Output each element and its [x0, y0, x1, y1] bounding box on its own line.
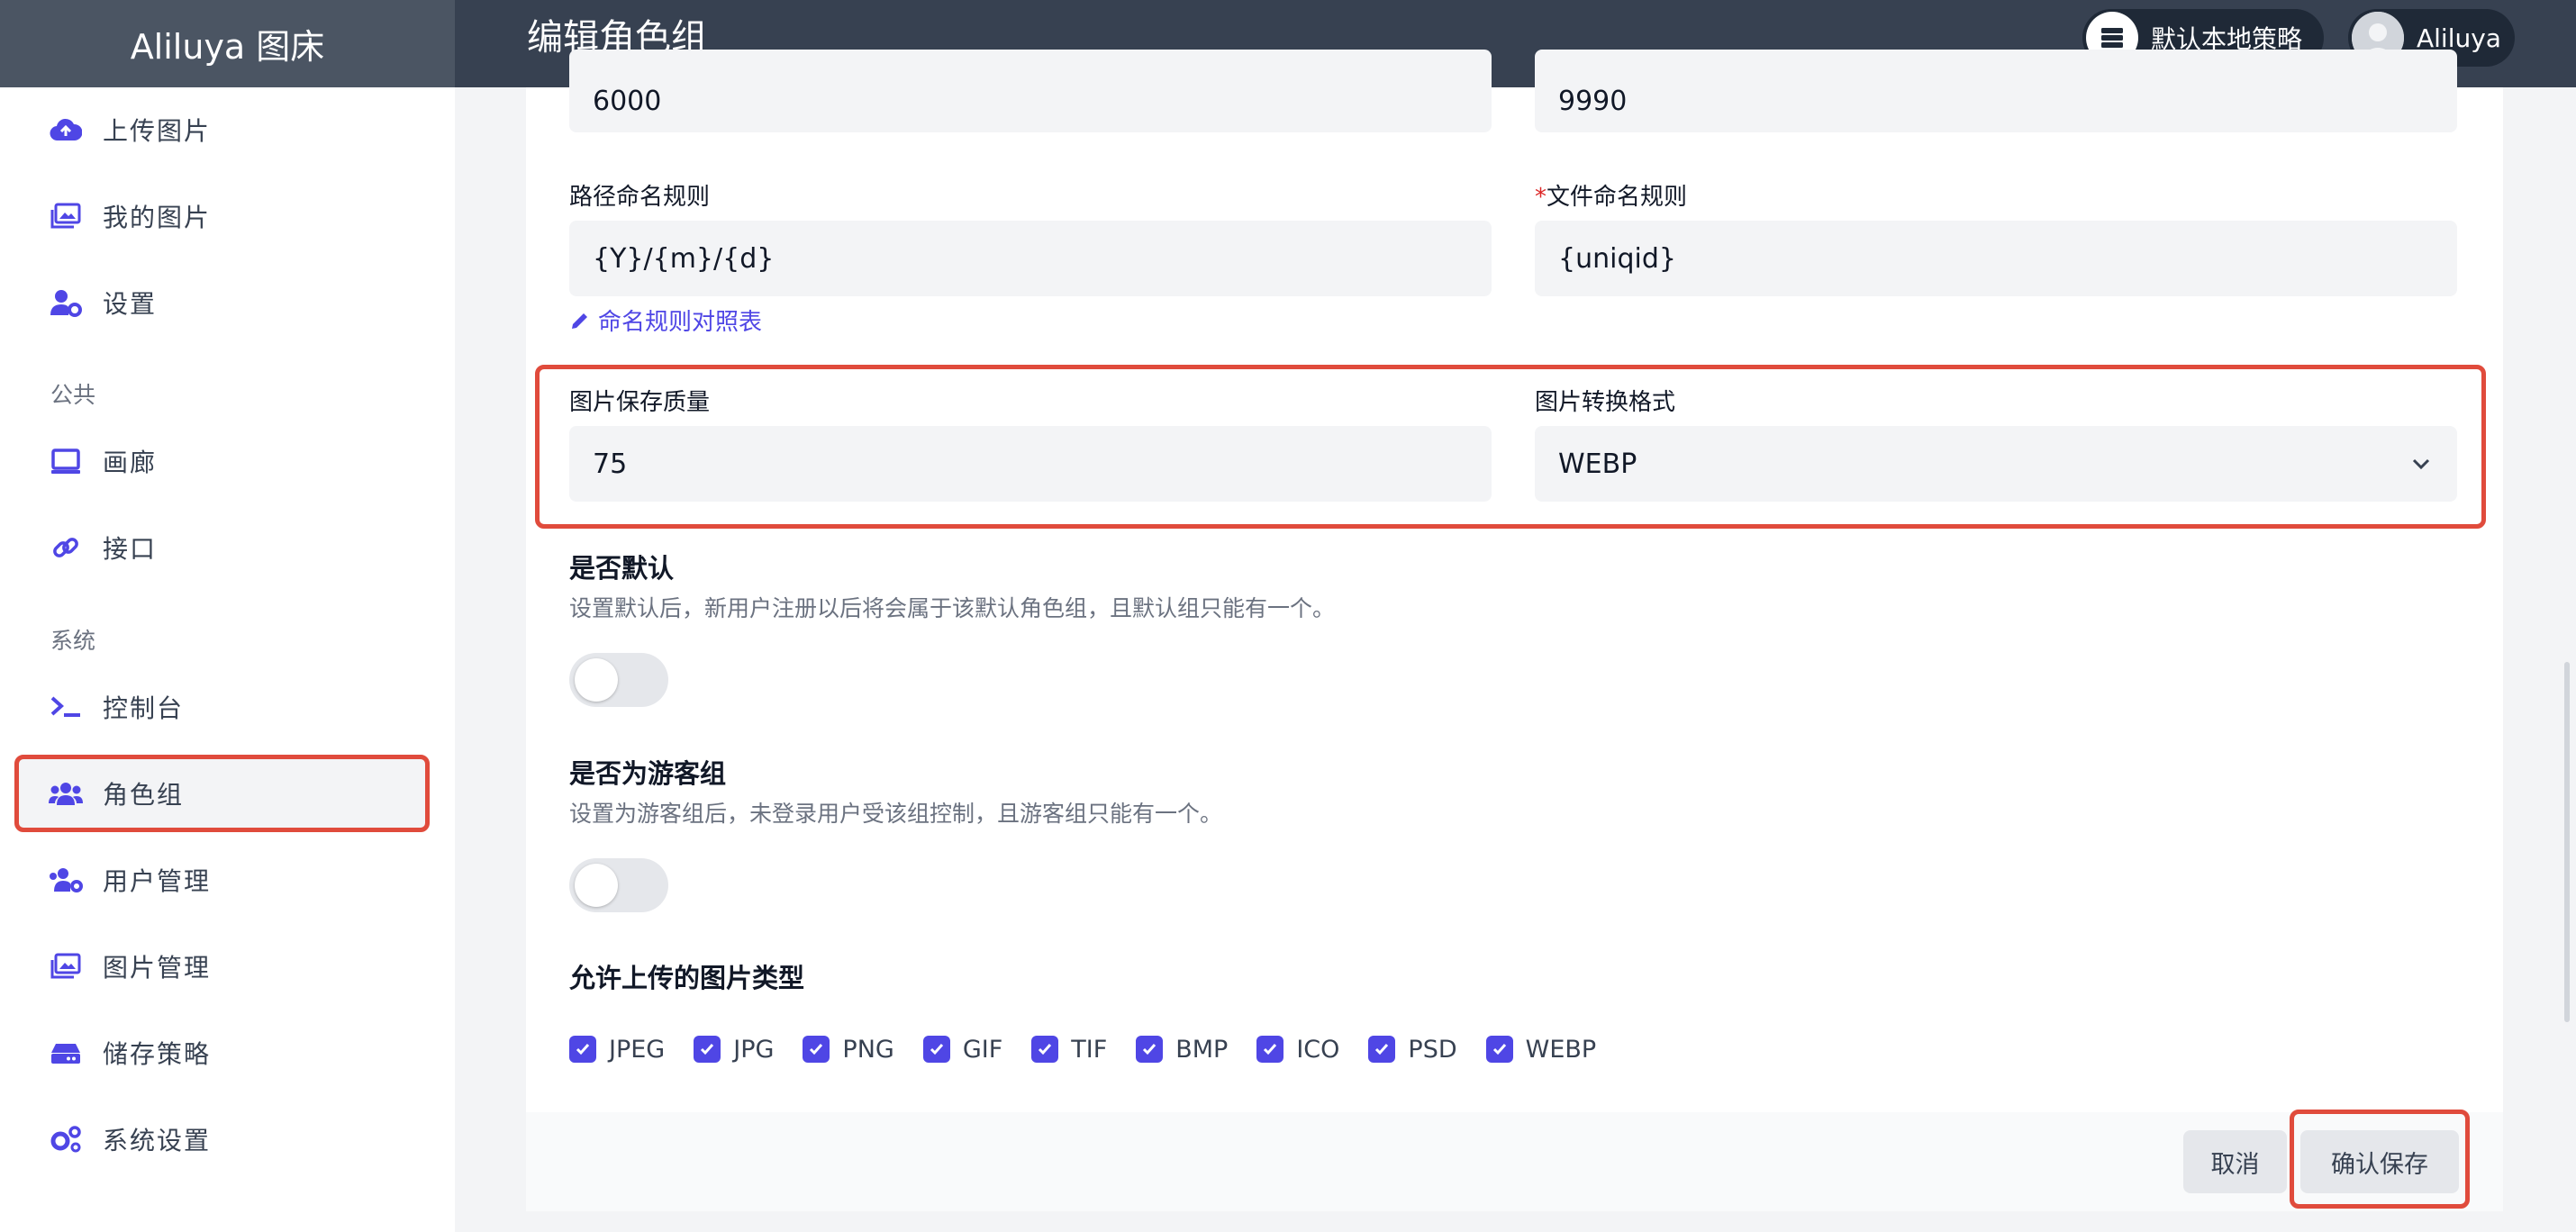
type-checkbox-jpg[interactable]: JPG: [694, 1036, 774, 1064]
format-select-value: WEBP: [1558, 448, 1637, 480]
cogs-icon: [49, 1122, 83, 1156]
naming-rules-link-text: 命名规则对照表: [598, 309, 763, 336]
type-label: PSD: [1408, 1035, 1457, 1064]
type-checkbox-ico[interactable]: ICO: [1256, 1036, 1339, 1064]
sidebar-item-label: 图片管理: [103, 953, 212, 983]
sidebar-item-label: 我的图片: [103, 203, 212, 232]
type-checkbox-tif[interactable]: TIF: [1031, 1036, 1107, 1064]
users-icon: [49, 776, 83, 811]
app-brand[interactable]: Aliluya 图床: [0, 0, 455, 87]
guest-group-title: 是否为游客组: [569, 758, 727, 789]
type-label: JPG: [733, 1035, 775, 1064]
chevron-down-icon: [2408, 451, 2434, 476]
link-icon: [49, 530, 83, 565]
section-label-system: 系统: [50, 628, 96, 654]
type-label: BMP: [1175, 1035, 1229, 1064]
checkbox-checked[interactable]: [803, 1036, 830, 1063]
images-icon: [49, 199, 83, 233]
sidebar-item-label: 角色组: [103, 780, 185, 810]
monitor-icon: [49, 444, 83, 478]
file-rule-label-text: 文件命名规则: [1547, 184, 1688, 211]
checkbox-checked[interactable]: [1368, 1036, 1396, 1063]
type-checkbox-bmp[interactable]: BMP: [1136, 1036, 1228, 1064]
type-label: WEBP: [1525, 1035, 1597, 1064]
checkbox-checked[interactable]: [569, 1036, 596, 1063]
sidebar-item-label: 画廊: [103, 448, 158, 477]
section-label-public: 公共: [50, 382, 96, 408]
format-label: 图片转换格式: [1535, 389, 1676, 416]
user-cog-icon: [49, 285, 83, 320]
checkbox-checked[interactable]: [1256, 1036, 1284, 1063]
confirm-save-button[interactable]: 确认保存: [2300, 1130, 2459, 1193]
sidebar-item-label: 用户管理: [103, 866, 212, 896]
toggle-knob: [575, 864, 618, 907]
sidebar-item-label: 储存策略: [103, 1039, 212, 1069]
concurrent-limit-value: 9990: [1558, 85, 1628, 117]
default-group-title: 是否默认: [569, 553, 675, 584]
sidebar-item-image-management[interactable]: 图片管理: [0, 939, 455, 993]
required-marker: *: [1535, 184, 1547, 211]
sidebar-item-storage-strategy[interactable]: 储存策略: [0, 1026, 455, 1080]
pencil-icon: [569, 310, 591, 331]
type-checkbox-jpeg[interactable]: JPEG: [569, 1036, 665, 1064]
terminal-icon: [49, 690, 83, 724]
file-rule-label: *文件命名规则: [1535, 178, 1687, 212]
checkbox-checked[interactable]: [1485, 1036, 1513, 1063]
sidebar-item-label: 控制台: [103, 693, 185, 723]
image-types-title: 允许上传的图片类型: [569, 963, 805, 993]
type-label: TIF: [1071, 1035, 1108, 1064]
type-label: ICO: [1296, 1035, 1340, 1064]
type-checkbox-png[interactable]: PNG: [803, 1035, 894, 1064]
default-group-toggle[interactable]: [569, 653, 668, 707]
upload-limit-value: 6000: [593, 85, 662, 117]
image-types-group: JPEG JPG PNG GIF TIF BMP ICO PSD WEBP: [569, 1031, 1625, 1067]
scrollbar[interactable]: [2564, 662, 2570, 1022]
sidebar-item-role-groups[interactable]: 角色组: [0, 766, 455, 820]
upload-limit-input[interactable]: 6000: [569, 50, 1492, 132]
sidebar-item-label: 系统设置: [103, 1126, 212, 1155]
type-checkbox-psd[interactable]: PSD: [1368, 1035, 1457, 1064]
sidebar-item-user-management[interactable]: 用户管理: [0, 853, 455, 907]
sidebar-item-label: 设置: [103, 289, 158, 319]
naming-rules-link[interactable]: 命名规则对照表: [569, 303, 762, 337]
file-rule-input[interactable]: {uniqid}: [1535, 221, 2457, 296]
sidebar-item-upload[interactable]: 上传图片: [0, 103, 455, 157]
checkbox-checked[interactable]: [922, 1036, 950, 1063]
sidebar-item-my-images[interactable]: 我的图片: [0, 189, 455, 243]
type-checkbox-webp[interactable]: WEBP: [1485, 1035, 1597, 1064]
sidebar-item-api[interactable]: 接口: [0, 521, 455, 575]
hdd-icon: [49, 1036, 83, 1070]
edit-role-group-form: 6000 9990 路径命名规则 *文件命名规则 {Y}/{m}/{d} {un…: [526, 50, 2503, 1211]
type-label: JPEG: [609, 1035, 666, 1064]
sidebar-item-label: 上传图片: [103, 116, 212, 146]
checkbox-checked[interactable]: [1136, 1036, 1164, 1063]
cancel-button[interactable]: 取消: [2183, 1130, 2287, 1193]
checkbox-checked[interactable]: [694, 1036, 721, 1063]
quality-label: 图片保存质量: [569, 389, 711, 416]
sidebar-item-system-settings[interactable]: 系统设置: [0, 1112, 455, 1166]
type-label: GIF: [962, 1035, 1003, 1064]
toggle-knob: [575, 658, 618, 702]
sidebar: 上传图片 我的图片 设置 公共 画廊 接口 系统 控制台 角色组 用户管理 图片…: [0, 87, 455, 1232]
cloud-upload-icon: [49, 113, 83, 147]
images-icon: [49, 949, 83, 983]
sidebar-item-gallery[interactable]: 画廊: [0, 434, 455, 488]
type-checkbox-gif[interactable]: GIF: [922, 1035, 1003, 1064]
guest-group-toggle[interactable]: [569, 858, 668, 912]
quality-input[interactable]: 75: [569, 426, 1492, 502]
user-name: Aliluya: [2417, 23, 2501, 53]
checkbox-checked[interactable]: [1031, 1036, 1059, 1063]
type-label: PNG: [842, 1035, 894, 1064]
sidebar-item-console[interactable]: 控制台: [0, 680, 455, 734]
guest-group-description: 设置为游客组后，未登录用户受该组控制，且游客组只能有一个。: [569, 801, 1223, 827]
sidebar-item-label: 接口: [103, 534, 158, 564]
users-cog-icon: [49, 863, 83, 897]
path-rule-label: 路径命名规则: [569, 184, 711, 211]
concurrent-limit-input[interactable]: 9990: [1535, 50, 2457, 132]
format-select[interactable]: WEBP: [1535, 426, 2457, 502]
sidebar-item-settings[interactable]: 设置: [0, 276, 455, 330]
default-group-description: 设置默认后，新用户注册以后将会属于该默认角色组，且默认组只能有一个。: [569, 595, 1336, 621]
path-rule-input[interactable]: {Y}/{m}/{d}: [569, 221, 1492, 296]
